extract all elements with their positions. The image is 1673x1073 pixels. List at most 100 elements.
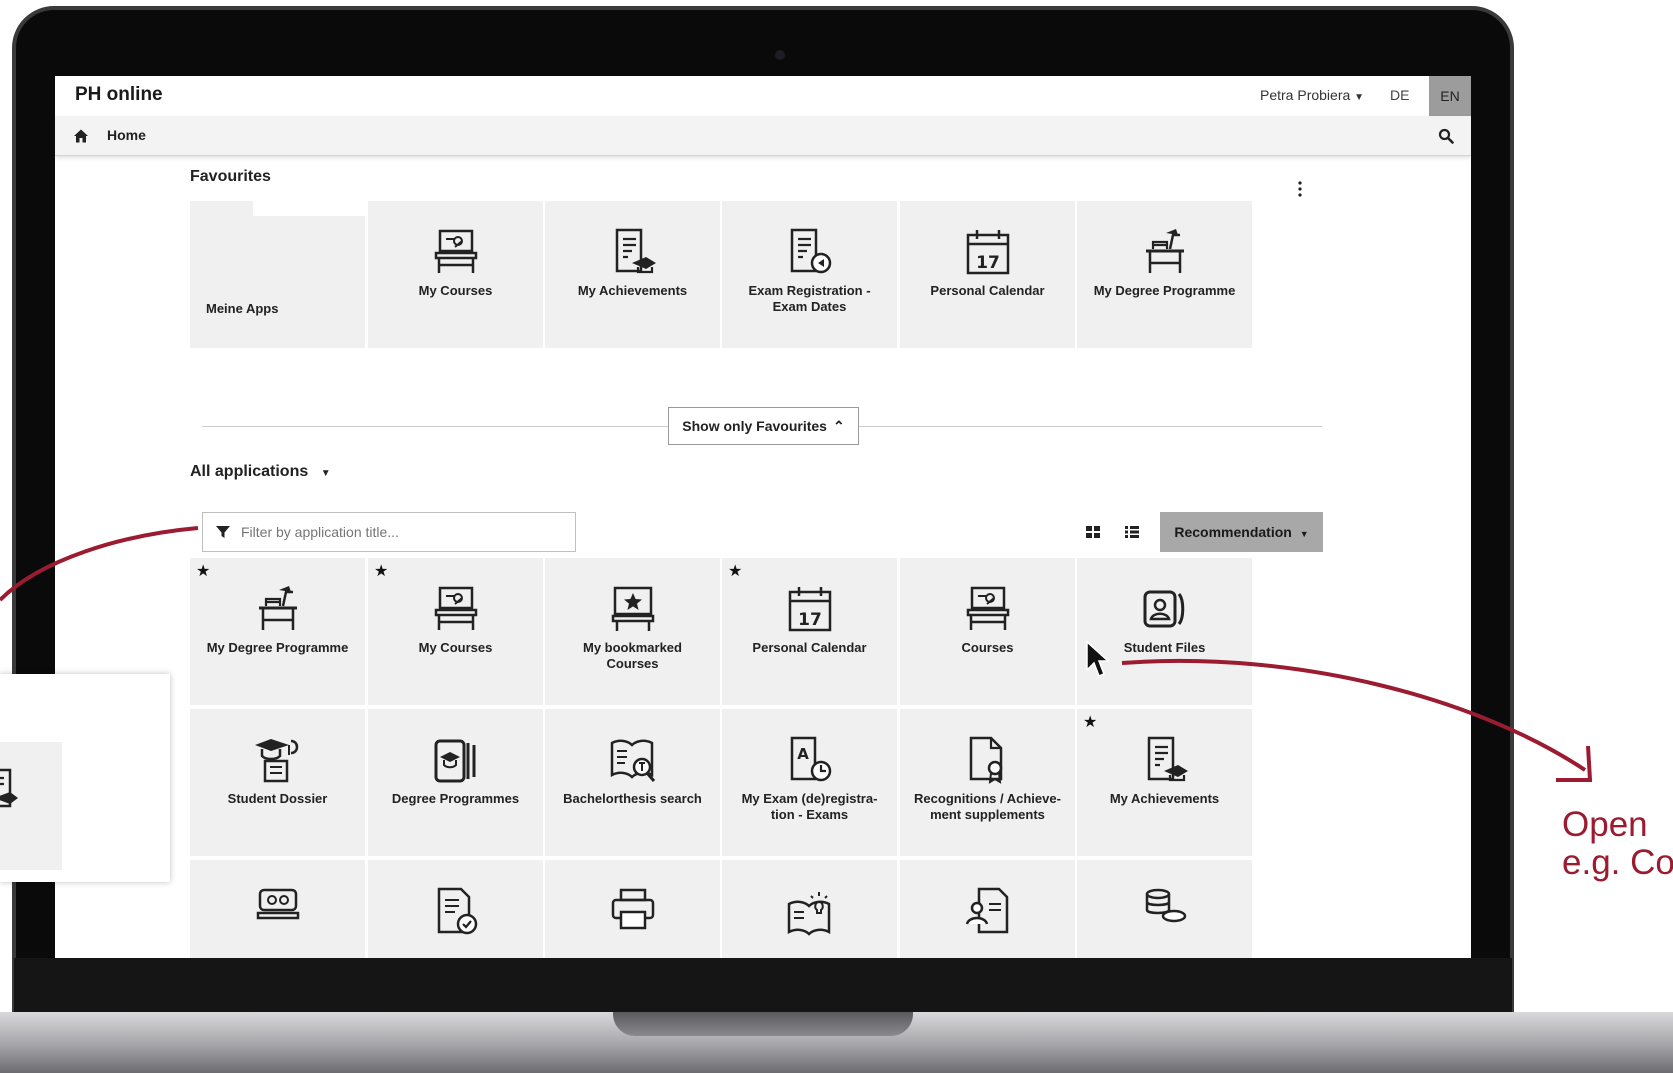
app-tile[interactable]: My bookmarked Courses [545,558,720,705]
app-tile[interactable] [900,860,1075,958]
folder-icon [190,216,365,348]
app-tile[interactable] [368,860,543,958]
achievements-icon [0,768,18,808]
coins-icon [1145,888,1187,923]
achievements-icon [1147,736,1188,782]
search-icon[interactable] [1438,128,1454,144]
callout-line-2: e.g. Co [1562,843,1673,882]
camera [775,50,785,60]
grid-view-icon[interactable] [1085,524,1101,540]
more-options-icon[interactable] [1297,181,1303,197]
show-only-favourites-button[interactable]: Show only Favourites ⌃ [668,407,859,445]
callout-text: Open e.g. Co [1562,806,1673,882]
favourite-tile[interactable]: My Degree Programme [1077,201,1252,348]
app-tile[interactable]: ★ My Courses [368,558,543,705]
top-bar: PH online Petra Probiera ▼ DE EN [55,76,1471,116]
app-tile[interactable] [722,860,897,958]
laptop-notch [613,1012,913,1036]
list-view-icon[interactable] [1124,524,1140,540]
favourite-star-icon[interactable]: ★ [196,564,210,580]
degree-programme-icon [259,586,297,630]
app-screen: PH online Petra Probiera ▼ DE EN Home Fa… [55,76,1471,958]
svg-text:A: A [797,745,809,763]
app-tile[interactable]: ★ My Degree Programme [190,558,365,705]
thesis-search-icon [610,739,656,782]
achievements-icon [615,228,656,274]
app-tile[interactable]: Student Files [1077,558,1252,705]
svg-text:17: 17 [976,253,1000,273]
tile-label: My Achievements [1109,791,1220,806]
course-desk-icon [434,229,478,273]
folder-tab [190,201,253,217]
favourite-tile[interactable]: Meine Apps [190,201,365,348]
degree-programmes-icon [434,739,476,783]
student-dossier-icon [255,739,299,783]
favourite-tile[interactable]: My Courses [368,201,543,348]
tile-label: Personal Calendar [930,283,1045,298]
app-tile[interactable]: Bachelorthesis search [545,709,720,856]
chevron-down-icon: ▼ [1354,92,1365,103]
popup-panel: es [0,674,170,882]
lang-de-button[interactable]: DE [1390,87,1409,103]
bookmarked-courses-icon [611,586,655,631]
sort-dropdown[interactable]: Recommendation ▼ [1160,512,1323,552]
tile-label: Recognitions / Achieve-ment supplements [914,791,1061,822]
money-desk-icon [256,888,300,920]
user-name: Petra Probiera [1260,87,1351,103]
arrow-head [1556,745,1593,782]
exam-registration-icon [790,228,832,274]
printer-icon [611,888,655,930]
exam-deregistration-icon: A [790,736,832,782]
tile-label: Bachelorthesis search [563,791,702,806]
filter-icon [216,526,230,538]
stage: PH online Petra Probiera ▼ DE EN Home Fa… [0,0,1673,1073]
course-desk-icon [434,586,478,630]
callout-line-1: Open [1562,805,1648,844]
favourite-tile[interactable]: 17 Personal Calendar [900,201,1075,348]
student-files-icon [1143,590,1185,628]
degree-programme-icon [1146,229,1184,273]
app-tile[interactable] [1077,860,1252,958]
app-tile[interactable] [190,860,365,958]
favourite-tile[interactable]: Exam Registration - Exam Dates [722,201,897,348]
favourite-star-icon[interactable]: ★ [374,564,388,580]
home-icon[interactable] [73,128,89,144]
favourite-star-icon[interactable]: ★ [1083,715,1097,731]
all-applications-dropdown[interactable]: All applications ▼ [190,463,331,481]
app-tile[interactable]: Degree Programmes [368,709,543,856]
laptop-chin [14,958,1512,1018]
tile-label: My bookmarked Courses [583,640,682,671]
app-tile[interactable]: ★ 17 Personal Calendar [722,558,897,705]
tile-label: My Degree Programme [206,640,349,655]
popup-tile[interactable]: es [0,742,62,870]
tile-label: My Degree Programme [1093,283,1236,298]
svg-text:17: 17 [798,610,822,630]
app-title[interactable]: PH online [75,84,163,106]
caret-down-icon: ▼ [320,468,331,479]
user-document-icon [965,887,1009,934]
caret-down-icon: ▼ [1299,529,1309,539]
app-tile[interactable] [545,860,720,958]
app-tile[interactable]: Recognitions / Achieve-ment supplements [900,709,1075,856]
app-tile[interactable]: ★ My Achievements [1077,709,1252,856]
book-idea-icon [787,892,831,936]
favourite-tile[interactable]: My Achievements [545,201,720,348]
breadcrumb: Home [55,116,1471,156]
chevron-up-icon: ⌃ [832,418,845,434]
breadcrumb-home[interactable]: Home [107,127,146,143]
tile-label: Personal Calendar [752,640,867,655]
tile-label: My Achievements [577,283,688,298]
filter-input[interactable] [241,513,571,551]
favourite-star-icon[interactable]: ★ [728,564,742,580]
lang-en-button[interactable]: EN [1429,76,1471,116]
mouse-cursor-icon [1086,640,1110,677]
app-tile[interactable]: Student Dossier [190,709,365,856]
tile-label: My Courses [418,640,493,655]
calendar-icon: 17 [966,230,1010,275]
app-tile[interactable]: Courses [900,558,1075,705]
calendar-icon: 17 [788,587,832,632]
app-tile[interactable]: A My Exam (de)registra-tion - Exams [722,709,897,856]
tile-label: My Courses [418,283,493,298]
tile-label: My Exam (de)registra-tion - Exams [741,791,878,822]
user-menu[interactable]: Petra Probiera ▼ [1260,87,1364,103]
